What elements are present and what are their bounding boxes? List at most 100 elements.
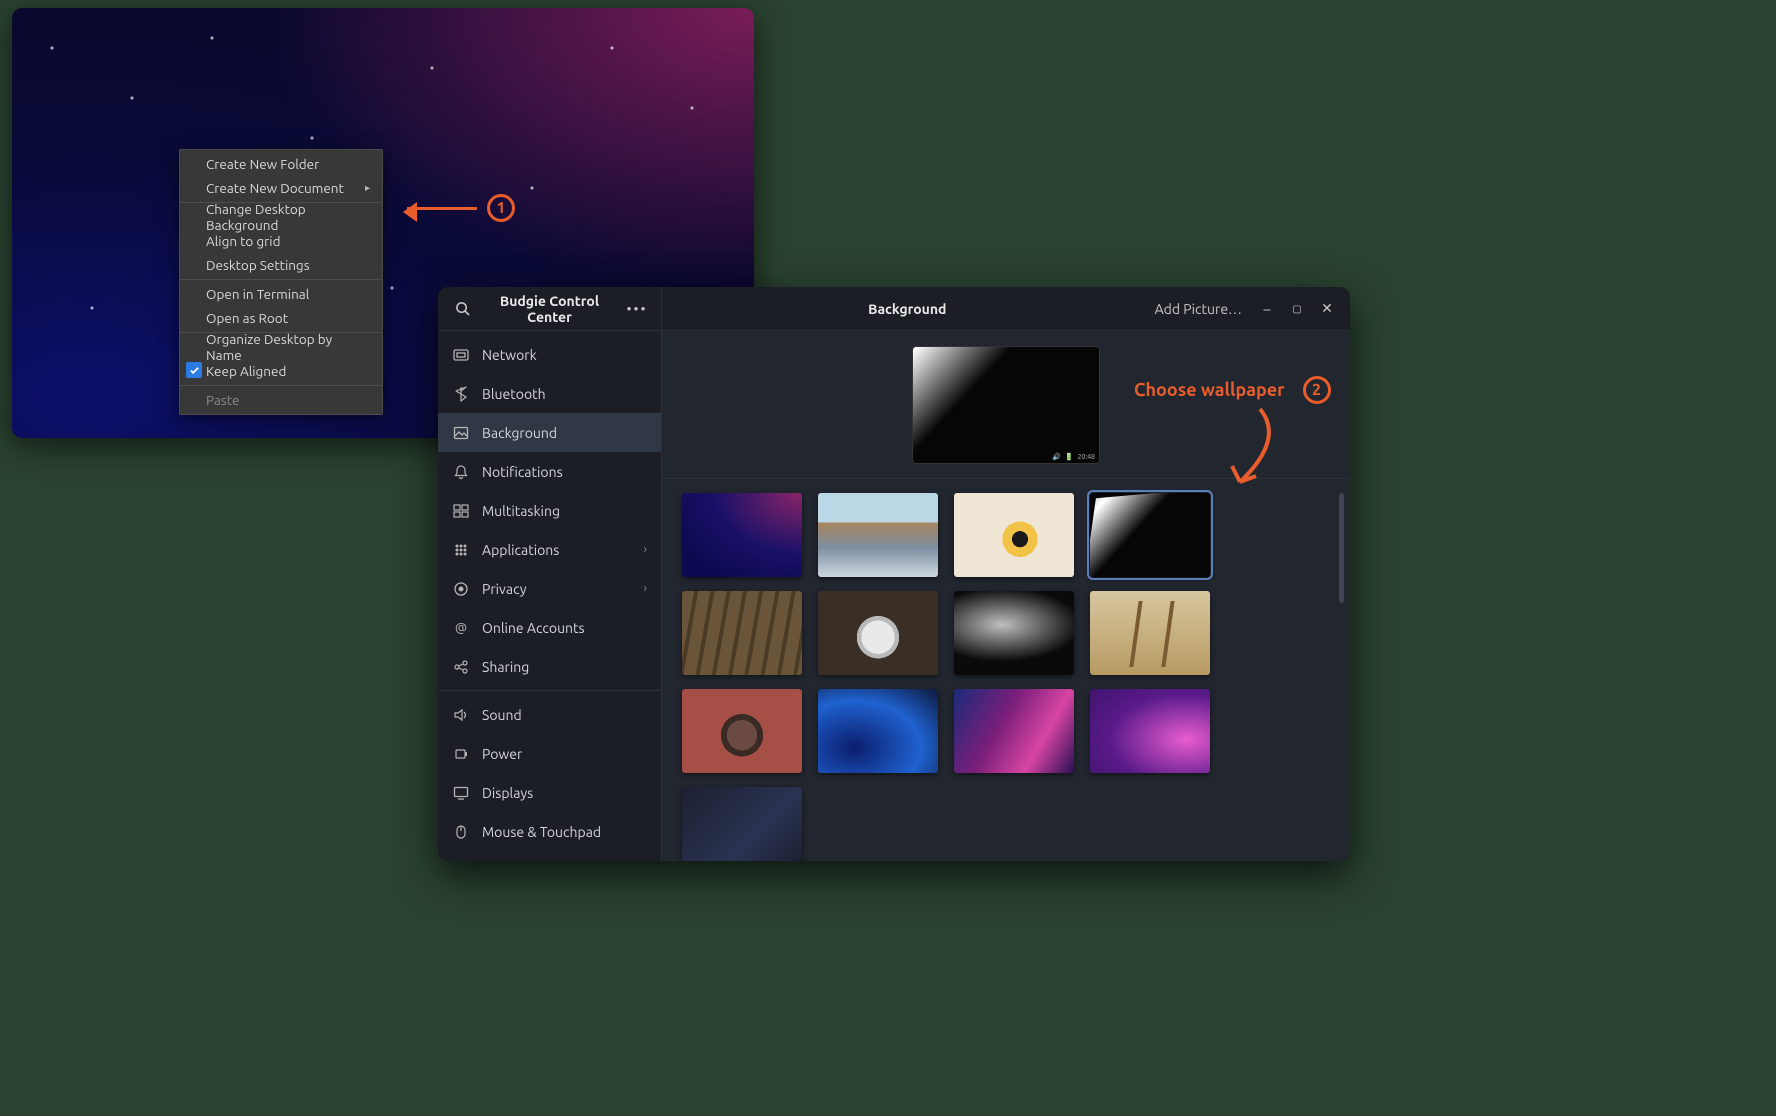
mouse-icon	[452, 824, 470, 840]
sidebar-item-applications[interactable]: Applications›	[438, 530, 661, 569]
sidebar-item-mouse-touchpad[interactable]: Mouse & Touchpad	[438, 812, 661, 851]
wallpaper-thumb-doorknocker[interactable]	[682, 689, 802, 773]
sidebar-item-network[interactable]: Network	[438, 335, 661, 374]
ctx-create-new-document[interactable]: Create New Document ▸	[180, 176, 382, 200]
cc-sidebar-list[interactable]: NetworkBluetoothBackground Notifications M…	[438, 331, 661, 861]
sidebar-item-label: Privacy	[482, 581, 526, 597]
ctx-separator	[180, 279, 382, 280]
search-icon	[455, 301, 470, 316]
add-picture-button[interactable]: Add Picture…	[1145, 301, 1252, 317]
ctx-organize-desktop-by-name[interactable]: Organize Desktop by Name	[180, 335, 382, 359]
wallpaper-thumb-blue-swirl[interactable]	[818, 689, 938, 773]
window-close-button[interactable]: ✕	[1312, 295, 1342, 323]
preview-thumbnail: 🔊 🔋 20:48	[913, 347, 1099, 463]
sidebar-item-online-accounts[interactable]: @ Online Accounts	[438, 608, 661, 647]
cc-sidebar-title: Budgie Control Center	[486, 293, 613, 325]
ctx-open-as-root[interactable]: Open as Root	[180, 306, 382, 330]
sidebar-item-label: Sharing	[482, 659, 529, 675]
sidebar-item-background[interactable]: Background	[438, 413, 661, 452]
wallpaper-grid[interactable]	[662, 479, 1350, 861]
ctx-item-label: Paste	[206, 392, 239, 408]
wallpaper-thumb-magenta-blue[interactable]	[954, 689, 1074, 773]
bluetooth-icon	[452, 386, 470, 402]
sidebar-item-label: Notifications	[482, 464, 563, 480]
power-icon	[452, 746, 470, 762]
multitask-icon	[452, 503, 470, 519]
chevron-right-icon: ▸	[365, 182, 370, 194]
desktop-context-menu: Create New Folder Create New Document ▸ …	[179, 149, 383, 415]
ctx-item-label: Align to grid	[206, 233, 280, 249]
sidebar-item-privacy[interactable]: Privacy ›	[438, 569, 661, 608]
network-icon	[452, 347, 470, 363]
checkbox-checked-icon	[186, 362, 202, 378]
annotation-badge: 1	[487, 194, 515, 222]
annotation-number: 1	[496, 199, 505, 217]
sidebar-item-sharing[interactable]: Sharing	[438, 647, 661, 686]
wallpaper-thumb-purple-constel[interactable]	[682, 493, 802, 577]
ctx-item-label: Keep Aligned	[206, 363, 286, 379]
ctx-align-to-grid[interactable]: Align to grid	[180, 229, 382, 253]
wallpaper-thumb-black-feather[interactable]	[1090, 493, 1210, 577]
cc-sidebar: Budgie Control Center ••• NetworkBluetoo…	[438, 287, 662, 861]
sidebar-item-label: Multitasking	[482, 503, 560, 519]
ctx-item-label: Open in Terminal	[206, 286, 309, 302]
preview-image	[913, 347, 1099, 463]
wallpaper-thumb-beach[interactable]	[818, 493, 938, 577]
ctx-item-label: Open as Root	[206, 310, 288, 326]
wallpaper-thumb-dark-hand[interactable]	[954, 591, 1074, 675]
ctx-open-in-terminal[interactable]: Open in Terminal	[180, 282, 382, 306]
sidebar-item-label: Mouse & Touchpad	[482, 824, 601, 840]
more-button[interactable]: •••	[623, 295, 651, 323]
wallpaper-thumb-bowl[interactable]	[818, 591, 938, 675]
sidebar-item-displays[interactable]: Displays	[438, 773, 661, 812]
tray-time: 20:48	[1077, 453, 1095, 461]
svg-text:@: @	[455, 621, 467, 635]
sidebar-separator	[438, 690, 661, 691]
sidebar-item-bluetooth[interactable]: Bluetooth	[438, 374, 661, 413]
sidebar-item-sound[interactable]: Sound	[438, 695, 661, 734]
wallpaper-row	[682, 591, 1330, 675]
search-button[interactable]	[448, 295, 476, 323]
ctx-create-new-folder[interactable]: Create New Folder	[180, 152, 382, 176]
sidebar-item-label: Online Accounts	[482, 620, 585, 636]
wallpaper-thumb-dark-blue[interactable]	[682, 787, 802, 861]
window-maximize-button[interactable]: ▢	[1282, 295, 1312, 323]
ctx-keep-aligned[interactable]: Keep Aligned	[180, 359, 382, 383]
sharing-icon	[452, 659, 470, 675]
wallpaper-thumb-ladder[interactable]	[1090, 591, 1210, 675]
ctx-separator	[180, 385, 382, 386]
apps-icon	[452, 542, 470, 558]
scrollbar-thumb[interactable]	[1339, 493, 1344, 603]
sidebar-item-label: Sound	[482, 707, 522, 723]
preview-taskbar: 🔊 🔋 20:48	[913, 451, 1099, 463]
sound-icon	[452, 707, 470, 723]
arrow-left-icon	[407, 207, 477, 210]
wallpaper-row	[682, 493, 1330, 577]
ctx-desktop-settings[interactable]: Desktop Settings	[180, 253, 382, 277]
tray-volume-icon: 🔊	[1052, 453, 1061, 461]
displays-icon	[452, 785, 470, 801]
budgie-control-center-window: Budgie Control Center ••• NetworkBluetoo…	[438, 287, 1350, 861]
sidebar-item-notifications[interactable]: Notifications	[438, 452, 661, 491]
ctx-paste: Paste	[180, 388, 382, 412]
background-icon	[452, 425, 470, 441]
notifications-icon	[452, 464, 470, 480]
ctx-item-label: Create New Folder	[206, 156, 319, 172]
sidebar-item-multitasking[interactable]: Multitasking	[438, 491, 661, 530]
wallpaper-row	[682, 689, 1330, 773]
cc-titlebar: Background Add Picture… – ▢ ✕	[662, 287, 1350, 331]
annotation-step-1: 1	[407, 194, 515, 222]
tray-battery-icon: 🔋	[1065, 453, 1074, 461]
chevron-right-icon: ›	[644, 582, 647, 595]
cc-sidebar-header: Budgie Control Center •••	[438, 287, 661, 331]
wallpaper-thumb-shutter[interactable]	[682, 591, 802, 675]
privacy-icon	[452, 581, 470, 597]
sidebar-item-power[interactable]: Power	[438, 734, 661, 773]
ctx-change-desktop-background[interactable]: Change Desktop Background	[180, 205, 382, 229]
wallpaper-thumb-purple-wave[interactable]	[1090, 689, 1210, 773]
wallpaper-thumb-yellow-ring[interactable]	[954, 493, 1074, 577]
window-minimize-button[interactable]: –	[1252, 295, 1282, 323]
cc-page-title: Background	[670, 301, 1145, 317]
sidebar-item-label: Applications	[482, 542, 559, 558]
sidebar-item-label: Power	[482, 746, 522, 762]
